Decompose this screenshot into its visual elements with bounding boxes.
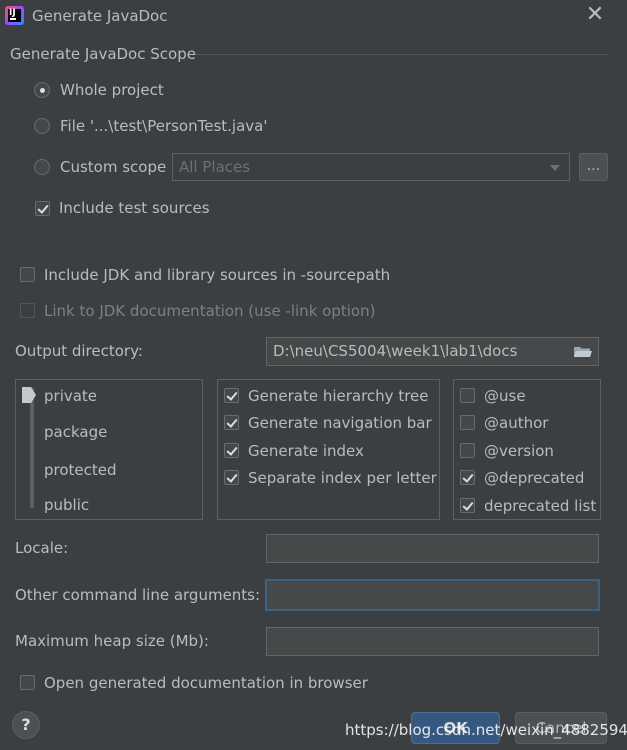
generate-hierarchy-checkbox[interactable] (224, 388, 239, 403)
include-jdk-checkbox[interactable] (20, 267, 35, 282)
tag-use-checkbox[interactable] (460, 388, 475, 403)
visibility-slider-track[interactable] (30, 388, 34, 508)
help-button[interactable]: ? (12, 711, 40, 739)
deprecated-list-label[interactable]: deprecated list (484, 497, 596, 515)
folder-icon[interactable] (574, 346, 592, 358)
close-icon[interactable]: ✕ (585, 4, 605, 26)
visibility-protected[interactable]: protected (44, 461, 117, 479)
generate-navbar-checkbox[interactable] (224, 415, 239, 430)
output-directory-label: Output directory: (15, 342, 143, 360)
browse-scope-button[interactable]: ... (579, 153, 608, 181)
open-in-browser-label[interactable]: Open generated documentation in browser (44, 674, 368, 692)
include-jdk-label[interactable]: Include JDK and library sources in -sour… (44, 266, 390, 284)
include-test-sources-checkbox[interactable] (35, 201, 50, 216)
section-divider (196, 54, 608, 55)
tag-version-checkbox[interactable] (460, 443, 475, 458)
visibility-public[interactable]: public (44, 496, 89, 514)
radio-custom-scope-label[interactable]: Custom scope (60, 158, 166, 176)
link-jdk-checkbox (20, 303, 35, 318)
open-in-browser-checkbox[interactable] (20, 675, 35, 690)
deprecated-list-checkbox[interactable] (460, 498, 475, 513)
visibility-private[interactable]: private (44, 387, 97, 405)
include-test-sources-label[interactable]: Include test sources (59, 199, 210, 217)
watermark-text: https://blog.csdn.net/weixin_48825942 (345, 721, 627, 739)
generate-hierarchy-label[interactable]: Generate hierarchy tree (248, 387, 429, 405)
radio-whole-project-label[interactable]: Whole project (60, 81, 164, 99)
chevron-down-icon (550, 165, 560, 171)
separate-index-checkbox[interactable] (224, 470, 239, 485)
locale-label: Locale: (15, 539, 69, 557)
visibility-package[interactable]: package (44, 423, 107, 441)
tag-deprecated-checkbox[interactable] (460, 470, 475, 485)
custom-scope-value: All Places (179, 158, 251, 176)
radio-whole-project[interactable] (34, 82, 50, 98)
link-jdk-label: Link to JDK documentation (use -link opt… (44, 302, 376, 320)
tag-use-label[interactable]: @use (484, 387, 526, 405)
generate-index-label[interactable]: Generate index (248, 442, 364, 460)
max-heap-input[interactable] (266, 627, 599, 656)
radio-file-label[interactable]: File '...\test\PersonTest.java' (60, 117, 267, 135)
max-heap-label: Maximum heap size (Mb): (15, 632, 209, 650)
radio-file[interactable] (34, 118, 50, 134)
locale-input[interactable] (266, 534, 599, 563)
tag-author-label[interactable]: @author (484, 414, 548, 432)
tag-version-label[interactable]: @version (484, 442, 554, 460)
generate-index-checkbox[interactable] (224, 443, 239, 458)
intellij-app-icon: IJ (5, 6, 24, 25)
command-line-args-label: Other command line arguments: (15, 586, 261, 604)
output-directory-value: D:\neu\CS5004\week1\lab1\docs (273, 342, 518, 360)
window-title: Generate JavaDoc (32, 7, 168, 25)
output-directory-field[interactable]: D:\neu\CS5004\week1\lab1\docs (266, 337, 599, 366)
custom-scope-dropdown[interactable]: All Places (172, 153, 570, 181)
generate-navbar-label[interactable]: Generate navigation bar (248, 414, 432, 432)
scope-section-title: Generate JavaDoc Scope (10, 45, 196, 63)
tag-deprecated-label[interactable]: @deprecated (484, 469, 584, 487)
separate-index-label[interactable]: Separate index per letter (248, 469, 437, 487)
tag-author-checkbox[interactable] (460, 415, 475, 430)
command-line-args-input[interactable] (265, 579, 600, 611)
radio-custom-scope[interactable] (34, 159, 50, 175)
